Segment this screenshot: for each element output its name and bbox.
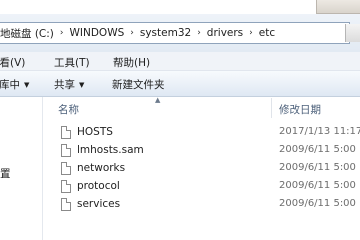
chevron-down-icon: ▼ (79, 81, 85, 89)
share-label: 共享 (54, 79, 75, 91)
file-modified: 2009/6/11 5:00 (279, 198, 356, 209)
organize-label: 库中 (0, 79, 20, 91)
file-row[interactable]: networks 2009/6/11 5:00 (58, 160, 360, 178)
breadcrumb-separator-icon[interactable]: › (126, 28, 138, 38)
menu-tools[interactable]: 工具(T) (54, 55, 90, 70)
column-header-modified[interactable]: 修改日期 (279, 102, 321, 117)
file-row[interactable]: lmhosts.sam 2009/6/11 5:00 (58, 142, 360, 160)
breadcrumb-separator-icon[interactable]: › (245, 28, 257, 38)
breadcrumb-drivers[interactable]: drivers (205, 27, 245, 39)
file-modified: 2009/6/11 5:00 (279, 180, 356, 191)
file-name: services (77, 198, 121, 210)
file-name: lmhosts.sam (77, 144, 144, 156)
organize-button[interactable]: 库中 ▼ (0, 77, 29, 92)
breadcrumb-separator-icon[interactable]: › (56, 28, 68, 38)
file-row[interactable]: HOSTS 2017/1/13 11:17 (58, 124, 360, 142)
chevron-down-icon: ▼ (24, 81, 30, 89)
sort-ascending-icon: ▲ (155, 96, 161, 104)
window-control-button[interactable] (316, 0, 360, 14)
breadcrumb-drive[interactable]: 地磁盘 (C:) (0, 26, 56, 41)
breadcrumb-etc[interactable]: etc (257, 27, 277, 39)
file-icon (61, 180, 71, 193)
share-button[interactable]: 共享 ▼ (54, 77, 84, 92)
breadcrumb-system32[interactable]: system32 (138, 27, 193, 39)
command-bar: 库中 ▼ 共享 ▼ 新建文件夹 (0, 71, 360, 97)
file-modified: 2017/1/13 11:17 (279, 126, 360, 137)
new-folder-button[interactable]: 新建文件夹 (112, 77, 165, 92)
file-icon (61, 144, 71, 157)
breadcrumb-windows[interactable]: WINDOWS (68, 27, 127, 39)
menu-help[interactable]: 帮助(H) (113, 55, 150, 70)
file-icon (61, 126, 71, 139)
column-header-name[interactable]: 名称 (58, 102, 79, 117)
window-top-strip (0, 0, 360, 14)
file-row[interactable]: services 2009/6/11 5:00 (58, 196, 360, 214)
column-divider[interactable] (271, 98, 272, 118)
file-icon (61, 198, 71, 211)
file-modified: 2009/6/11 5:00 (279, 144, 356, 155)
file-modified: 2009/6/11 5:00 (279, 162, 356, 173)
file-name: protocol (77, 180, 120, 192)
menu-view[interactable]: 查看(V) (0, 55, 25, 70)
file-name: networks (77, 162, 126, 174)
nav-item-partial[interactable]: 置 (0, 166, 11, 181)
address-dropdown-button[interactable] (345, 24, 360, 42)
file-icon (61, 162, 71, 175)
file-row[interactable]: protocol 2009/6/11 5:00 (58, 178, 360, 196)
menu-bar: 查看(V) 工具(T) 帮助(H) (0, 52, 360, 71)
navigation-pane: 置 (0, 97, 43, 240)
breadcrumb-separator-icon[interactable]: › (193, 28, 205, 38)
breadcrumb: 地磁盘 (C:) › WINDOWS › system32 › drivers … (0, 24, 277, 42)
file-name: HOSTS (77, 126, 113, 138)
